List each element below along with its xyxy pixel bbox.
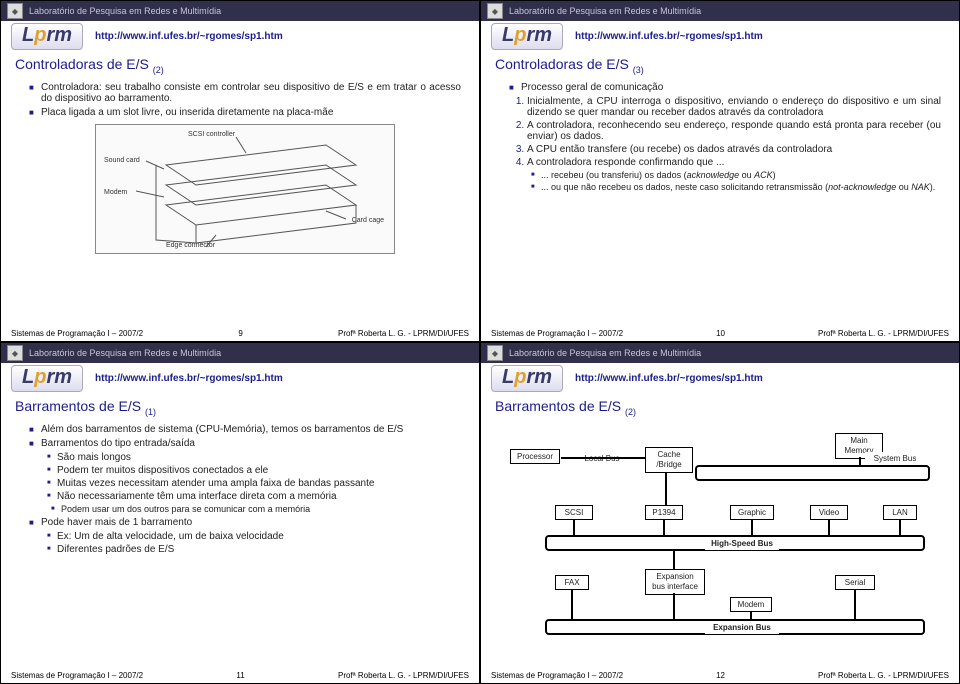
sub-sub-bullet: Podem usar um dos outros para se comunic… xyxy=(51,504,461,514)
box-lan: LAN xyxy=(883,505,917,520)
slide-10: ◆ Laboratório de Pesquisa em Redes e Mul… xyxy=(480,0,960,342)
lab-title: Laboratório de Pesquisa em Redes e Multi… xyxy=(29,6,221,16)
footer-page: 11 xyxy=(236,671,244,680)
sub-bullet: Não necessariamente têm uma interface di… xyxy=(47,491,461,502)
box-modem: Modem xyxy=(730,597,772,612)
numbered-item: Inicialmente, a CPU interroga o disposit… xyxy=(527,96,941,118)
lprm-logo: Lprm xyxy=(11,23,83,50)
url-text: http://www.inf.ufes.br/~rgomes/sp1.htm xyxy=(95,373,283,384)
numbered-item: A controladora, reconhecendo seu endereç… xyxy=(527,120,941,142)
slide-footer: Sistemas de Programação I – 2007/2 10 Pr… xyxy=(481,327,959,341)
bullet: Além dos barramentos de sistema (CPU-Mem… xyxy=(29,424,461,435)
sub-bullet: Ex: Um de alta velocidade, um de baixa v… xyxy=(47,531,461,542)
label-high-speed-bus: High-Speed Bus xyxy=(705,537,779,550)
sub-bullet: ... recebeu (ou transferiu) os dados (ac… xyxy=(531,170,941,180)
lab-bar: ◆ Laboratório de Pesquisa em Redes e Mul… xyxy=(481,1,959,21)
lab-title: Laboratório de Pesquisa em Redes e Multi… xyxy=(509,6,701,16)
bullet: Barramentos do tipo entrada/saída xyxy=(29,438,461,449)
slide-12: ◆ Laboratório de Pesquisa em Redes e Mul… xyxy=(480,342,960,684)
lprm-logo: Lprm xyxy=(11,365,83,392)
box-p1394: P1394 xyxy=(645,505,683,520)
slide-footer: Sistemas de Programação I – 2007/2 12 Pr… xyxy=(481,669,959,683)
logo-row: Lprm http://www.inf.ufes.br/~rgomes/sp1.… xyxy=(1,363,479,394)
slide-11: ◆ Laboratório de Pesquisa em Redes e Mul… xyxy=(0,342,480,684)
footer-page: 10 xyxy=(716,329,725,338)
footer-left: Sistemas de Programação I – 2007/2 xyxy=(11,671,143,680)
slide-content: Controladora: seu trabalho consiste em c… xyxy=(1,77,479,327)
footer-page: 12 xyxy=(716,671,725,680)
bullet: Processo geral de comunicação xyxy=(509,82,941,93)
box-processor: Processor xyxy=(510,449,560,464)
box-scsi: SCSI xyxy=(555,505,593,520)
diagram-svg xyxy=(96,125,396,255)
bullet: Placa ligada a um slot livre, ou inserid… xyxy=(29,107,461,118)
slide-title: Barramentos de E/S (1) xyxy=(1,394,479,419)
slide-footer: Sistemas de Programação I – 2007/2 11 Pr… xyxy=(1,669,479,683)
sub-bullet: São mais longos xyxy=(47,452,461,463)
lab-title: Laboratório de Pesquisa em Redes e Multi… xyxy=(29,348,221,358)
footer-right: Profª Roberta L. G. - LPRM/DI/UFES xyxy=(818,329,949,338)
box-fax: FAX xyxy=(555,575,589,590)
slide-content: Processor Local Bus Cache /Bridge Main M… xyxy=(481,419,959,669)
box-cache: Cache /Bridge xyxy=(645,447,693,473)
footer-right: Profª Roberta L. G. - LPRM/DI/UFES xyxy=(338,329,469,338)
lprm-logo: Lprm xyxy=(491,23,563,50)
slide-content: Processo geral de comunicação Inicialmen… xyxy=(481,77,959,327)
system-bus-line xyxy=(695,465,930,481)
url-text: http://www.inf.ufes.br/~rgomes/sp1.htm xyxy=(575,31,763,42)
label-system-bus: System Bus xyxy=(865,452,925,465)
slide-title: Controladoras de E/S (2) xyxy=(1,52,479,77)
bus-diagram: Processor Local Bus Cache /Bridge Main M… xyxy=(505,429,935,639)
card-cage-diagram: SCSI controller Sound card Modem Card ca… xyxy=(95,124,395,254)
slide-content: Além dos barramentos de sistema (CPU-Mem… xyxy=(1,419,479,669)
lab-icon: ◆ xyxy=(487,3,503,19)
sub-bullet: Podem ter muitos dispositivos conectados… xyxy=(47,465,461,476)
footer-left: Sistemas de Programação I – 2007/2 xyxy=(11,329,143,338)
url-text: http://www.inf.ufes.br/~rgomes/sp1.htm xyxy=(575,373,763,384)
box-graphic: Graphic xyxy=(730,505,774,520)
footer-left: Sistemas de Programação I – 2007/2 xyxy=(491,671,623,680)
logo-row: Lprm http://www.inf.ufes.br/~rgomes/sp1.… xyxy=(481,21,959,52)
label-expansion-bus: Expansion Bus xyxy=(705,621,779,634)
sub-bullet: Muitas vezes necessitam atender uma ampl… xyxy=(47,478,461,489)
bullet: Controladora: seu trabalho consiste em c… xyxy=(29,82,461,104)
logo-row: Lprm http://www.inf.ufes.br/~rgomes/sp1.… xyxy=(1,21,479,52)
logo-row: Lprm http://www.inf.ufes.br/~rgomes/sp1.… xyxy=(481,363,959,394)
footer-right: Profª Roberta L. G. - LPRM/DI/UFES xyxy=(338,671,469,680)
box-serial: Serial xyxy=(835,575,875,590)
numbered-item: A CPU então transfere (ou recebe) os dad… xyxy=(527,144,941,155)
slide-title: Barramentos de E/S (2) xyxy=(481,394,959,419)
footer-right: Profª Roberta L. G. - LPRM/DI/UFES xyxy=(818,671,949,680)
bullet: Pode haver mais de 1 barramento xyxy=(29,517,461,528)
lab-title: Laboratório de Pesquisa em Redes e Multi… xyxy=(509,348,701,358)
lab-icon: ◆ xyxy=(7,3,23,19)
lab-icon: ◆ xyxy=(487,345,503,361)
lab-bar: ◆ Laboratório de Pesquisa em Redes e Mul… xyxy=(1,343,479,363)
numbered-item: A controladora responde confirmando que … xyxy=(527,157,941,168)
footer-page: 9 xyxy=(238,329,242,338)
lab-icon: ◆ xyxy=(7,345,23,361)
slide-title: Controladoras de E/S (3) xyxy=(481,52,959,77)
sub-bullet: Diferentes padrões de E/S xyxy=(47,544,461,555)
sub-bullet: ... ou que não recebeu os dados, neste c… xyxy=(531,182,941,192)
lab-bar: ◆ Laboratório de Pesquisa em Redes e Mul… xyxy=(1,1,479,21)
footer-left: Sistemas de Programação I – 2007/2 xyxy=(491,329,623,338)
slide-footer: Sistemas de Programação I – 2007/2 9 Pro… xyxy=(1,327,479,341)
lab-bar: ◆ Laboratório de Pesquisa em Redes e Mul… xyxy=(481,343,959,363)
slide-9: ◆ Laboratório de Pesquisa em Redes e Mul… xyxy=(0,0,480,342)
box-exp-if: Expansion bus interface xyxy=(645,569,705,595)
box-video: Video xyxy=(810,505,848,520)
url-text: http://www.inf.ufes.br/~rgomes/sp1.htm xyxy=(95,31,283,42)
lprm-logo: Lprm xyxy=(491,365,563,392)
